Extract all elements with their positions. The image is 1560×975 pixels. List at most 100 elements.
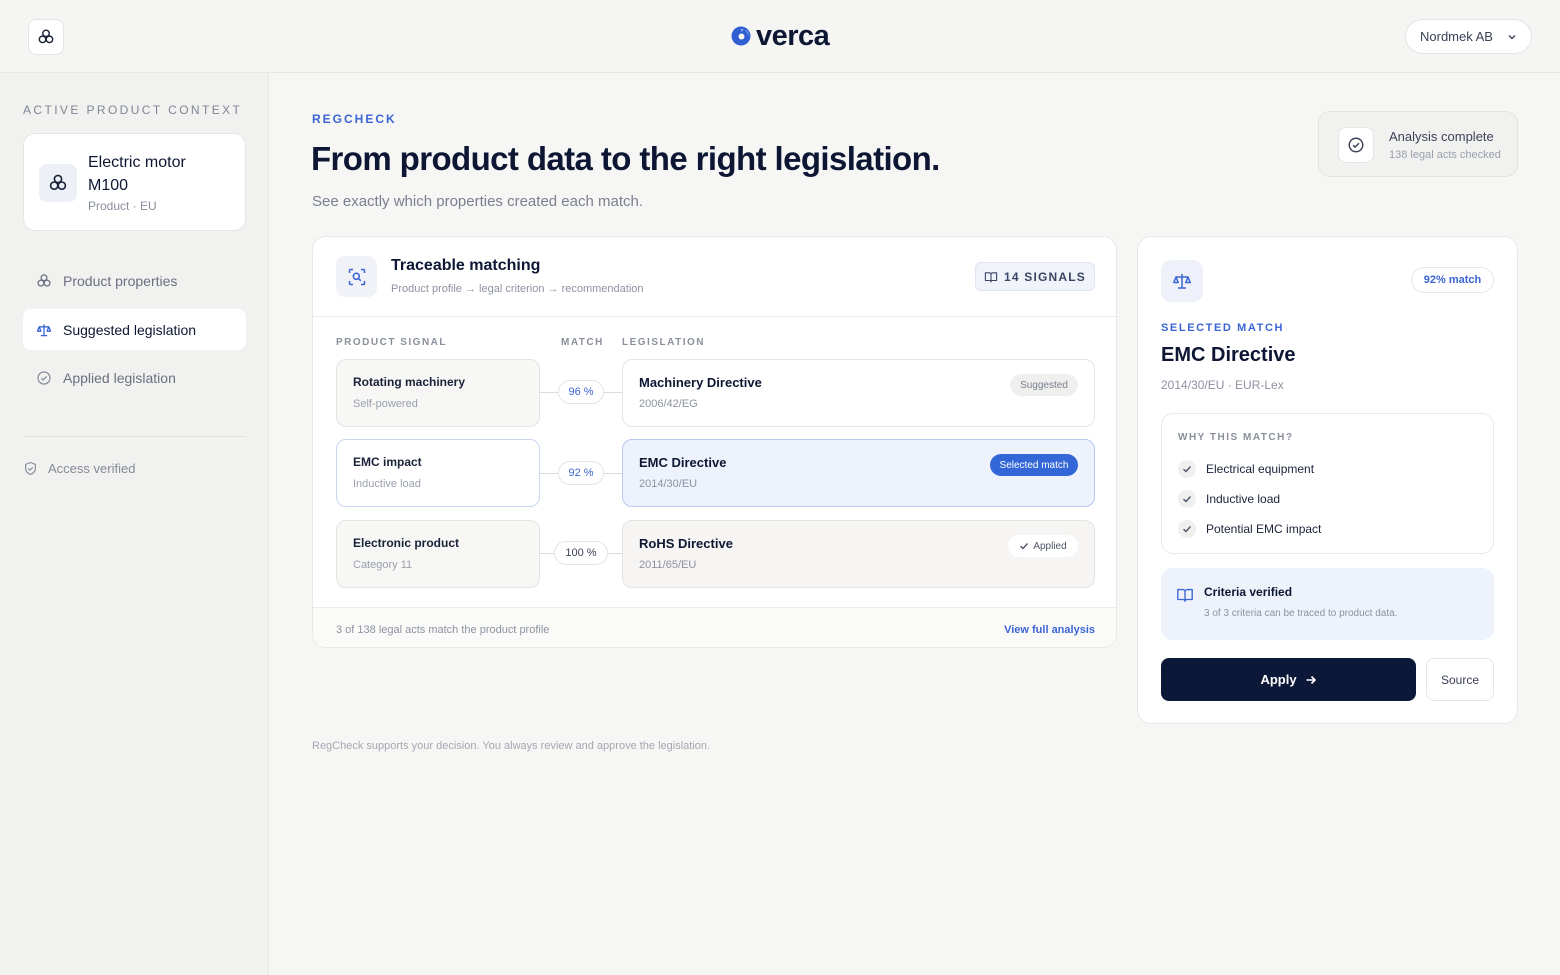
reason-item: Potential EMC impact	[1178, 520, 1321, 538]
check-circle-icon	[1348, 137, 1364, 153]
detail-eyebrow: SELECTED MATCH	[1161, 322, 1285, 334]
criteria-verified-box: Criteria verified 3 of 3 criteria can be…	[1161, 568, 1494, 640]
book-open-icon	[1177, 588, 1193, 602]
check-icon	[1178, 520, 1196, 538]
sidebar-item-label: Applied legislation	[63, 369, 176, 386]
section-eyebrow: REGCHECK	[312, 112, 397, 126]
context-label: ACTIVE PRODUCT CONTEXT	[23, 103, 243, 117]
signal-sub: Category 11	[353, 559, 413, 571]
signal-card-rotating-machinery[interactable]: Rotating machinery Self-powered	[336, 359, 540, 427]
match-percent: 96 %	[558, 380, 604, 404]
logo-text: verca	[756, 20, 830, 52]
sidebar-item-label: Product properties	[63, 272, 178, 289]
reason-label: Potential EMC impact	[1206, 522, 1322, 536]
page-subtitle: See exactly which properties created eac…	[312, 193, 644, 210]
status-badge-selected: Selected match	[990, 454, 1078, 476]
detail-title: EMC Directive	[1161, 344, 1296, 366]
match-percent: 92 %	[558, 461, 604, 485]
col-header-match: MATCH	[561, 337, 604, 348]
verified-subtitle: 3 of 3 criteria can be traced to product…	[1204, 608, 1398, 619]
check-icon	[1020, 543, 1029, 550]
product-sub: Product · EU	[88, 199, 157, 213]
signal-title: Electronic product	[353, 536, 460, 550]
col-header-legislation: LEGISLATION	[622, 337, 705, 348]
signals-badge[interactable]: 14 SIGNALS	[975, 262, 1095, 291]
sidebar-item-suggested-legislation[interactable]: Suggested legislation	[23, 309, 246, 350]
reason-item: Electrical equipment	[1178, 460, 1314, 478]
legislation-ref: 2011/65/EU	[639, 559, 697, 571]
traceable-matching-panel: Traceable matching Product profile → leg…	[312, 236, 1117, 648]
check-icon	[1178, 460, 1196, 478]
reason-label: Inductive load	[1206, 492, 1281, 506]
signal-sub: Self-powered	[353, 398, 418, 410]
legislation-card-rohs[interactable]: RoHS Directive 2011/65/EU Applied	[622, 520, 1095, 588]
status-badge-suggested: Suggested	[1010, 374, 1078, 396]
view-full-analysis-link[interactable]: View full analysis	[1004, 624, 1095, 636]
sidebar-divider	[23, 436, 246, 437]
source-button[interactable]: Source	[1426, 658, 1494, 701]
product-name: Electric motor M100	[88, 154, 186, 194]
legislation-ref: 2006/42/EG	[639, 398, 698, 410]
top-bar: verca Nordmek AB	[0, 0, 1560, 73]
col-header-signal: PRODUCT SIGNAL	[336, 337, 447, 348]
panel-footer: 3 of 138 legal acts match the product pr…	[313, 607, 1116, 647]
status-subtitle: 138 legal acts checked	[1389, 149, 1501, 161]
arrow-right-icon	[1306, 675, 1316, 684]
legislation-ref: 2014/30/EU	[639, 478, 698, 490]
triskele-icon	[37, 273, 51, 287]
match-summary: 3 of 138 legal acts match the product pr…	[336, 624, 550, 636]
organization-name: Nordmek AB	[1420, 29, 1493, 44]
signal-card-emc-impact[interactable]: EMC impact Inductive load	[336, 439, 540, 507]
app-menu-button[interactable]	[28, 19, 64, 55]
verified-title: Criteria verified	[1204, 585, 1293, 599]
signal-title: Rotating machinery	[353, 375, 466, 389]
organization-selector[interactable]: Nordmek AB	[1405, 19, 1532, 54]
status-icon-box	[1338, 127, 1374, 163]
scale-icon	[1173, 274, 1191, 289]
scale-icon-box	[1161, 260, 1203, 302]
legislation-card-emc[interactable]: EMC Directive 2014/30/EU Selected match	[622, 439, 1095, 507]
check-icon	[1178, 490, 1196, 508]
status-badge-applied: Applied	[1008, 535, 1078, 557]
detail-subtitle: 2014/30/EU · EUR-Lex	[1161, 378, 1284, 392]
access-status: Access verified	[23, 461, 135, 476]
sidebar-item-applied-legislation[interactable]: Applied legislation	[23, 357, 246, 398]
badge-label: Applied	[1033, 540, 1067, 552]
why-heading: WHY THIS MATCH?	[1178, 432, 1294, 443]
match-percent: 100 %	[554, 541, 608, 565]
legislation-title: RoHS Directive	[639, 536, 733, 551]
reason-label: Electrical equipment	[1206, 462, 1315, 476]
signal-title: EMC impact	[353, 455, 422, 469]
footnote: RegCheck supports your decision. You alw…	[312, 740, 711, 752]
triskele-icon	[49, 174, 67, 190]
panel-header: Traceable matching Product profile → leg…	[313, 237, 1116, 317]
sidebar-item-label: Suggested legislation	[63, 321, 197, 338]
reason-item: Inductive load	[1178, 490, 1280, 508]
apply-button[interactable]: Apply	[1161, 658, 1416, 701]
legislation-card-machinery[interactable]: Machinery Directive 2006/42/EG Suggested	[622, 359, 1095, 427]
signals-label: 14 SIGNALS	[1003, 269, 1087, 284]
scale-icon	[36, 323, 52, 336]
legislation-title: Machinery Directive	[639, 375, 762, 390]
brand-logo[interactable]: verca	[730, 18, 830, 54]
product-context-card[interactable]: Electric motor M100 Product · EU	[23, 133, 246, 231]
legislation-title: EMC Directive	[639, 455, 727, 470]
signal-sub: Inductive load	[353, 478, 421, 490]
triskele-icon	[38, 29, 54, 44]
match-score-badge: 92% match	[1411, 267, 1494, 293]
analysis-status-card: Analysis complete 138 legal acts checked	[1318, 111, 1518, 177]
book-open-icon	[984, 271, 998, 282]
check-circle-icon	[37, 370, 51, 385]
chevron-down-icon	[1508, 35, 1516, 40]
sidebar: ACTIVE PRODUCT CONTEXT Electric motor M1…	[0, 73, 269, 975]
signal-card-electronic-product[interactable]: Electronic product Category 11	[336, 520, 540, 588]
scan-search-icon	[348, 268, 365, 285]
selected-match-panel: 92% match SELECTED MATCH EMC Directive 2…	[1137, 236, 1518, 724]
scan-icon-box	[336, 256, 377, 297]
status-title: Analysis complete	[1389, 129, 1494, 144]
sidebar-item-product-properties[interactable]: Product properties	[23, 260, 246, 301]
product-icon-box	[39, 164, 77, 202]
shield-check-icon	[25, 461, 36, 476]
panel-subtitle: Product profile → legal criterion → reco…	[391, 283, 644, 295]
panel-title: Traceable matching	[391, 257, 541, 274]
